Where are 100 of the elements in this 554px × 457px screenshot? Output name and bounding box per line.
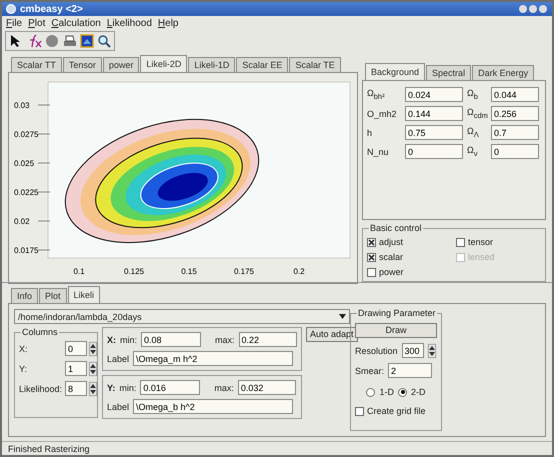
checkbox[interactable] xyxy=(456,238,465,246)
input-field[interactable]: 0.08 xyxy=(141,332,202,347)
field-label: Ω$_{Λ}$ xyxy=(467,126,480,139)
tab[interactable]: Scalar TT xyxy=(11,57,62,72)
checkbox[interactable] xyxy=(355,406,364,416)
menu-item[interactable]: Help xyxy=(158,18,178,29)
axis-tick-label: 0.175 xyxy=(234,267,254,276)
axis-tick: 0.0225 xyxy=(14,188,50,197)
checkbox-label: adjust xyxy=(379,237,404,247)
radio-button[interactable] xyxy=(366,388,376,396)
group-title: Basic control xyxy=(369,223,423,233)
field-label: Label xyxy=(107,402,130,412)
tab[interactable]: Info xyxy=(11,288,38,303)
field-label: min: xyxy=(119,382,136,392)
input-field[interactable]: 0.256 xyxy=(491,106,539,121)
tab[interactable]: Spectral xyxy=(426,65,472,80)
checkbox-label: tensor xyxy=(468,237,494,247)
axis-tick: 0.0275 xyxy=(14,130,50,139)
input-field[interactable]: \Omega_m h^2 xyxy=(133,351,294,366)
axis-tick-label: 0.125 xyxy=(124,267,144,276)
menu-item[interactable]: Calculation xyxy=(51,18,101,29)
image-icon[interactable] xyxy=(80,34,94,48)
input-field[interactable]: 0 xyxy=(405,144,463,159)
status-bar: Finished Rasterizing xyxy=(2,441,552,455)
axis-tick-label: 0.2 xyxy=(293,267,305,276)
spin-arrows-icon[interactable] xyxy=(89,362,97,376)
input-field[interactable]: 0.044 xyxy=(491,87,539,102)
radio-button[interactable] xyxy=(398,388,407,396)
checkbox[interactable] xyxy=(367,252,376,262)
tab[interactable]: Likeli-2D xyxy=(140,55,188,72)
axis-tick: 0.025 xyxy=(14,159,50,168)
axis-tick-label: 0.15 xyxy=(181,267,197,276)
axis-tick: 0.03 xyxy=(14,101,50,110)
tab[interactable]: Likeli-1D xyxy=(188,57,236,72)
axis-tick: 0.0175 xyxy=(14,246,50,255)
tab[interactable]: Background xyxy=(365,63,426,80)
spin-field[interactable]: 1 xyxy=(65,361,87,376)
field-label: Ω$_{bh²}$ xyxy=(367,88,386,101)
draw-button[interactable]: Draw xyxy=(355,323,437,338)
field-label: Ω$_{ν}$ xyxy=(467,145,478,158)
field-label: X: xyxy=(19,344,29,354)
tab[interactable]: Likeli xyxy=(68,286,100,303)
tab[interactable]: Tensor xyxy=(62,57,102,72)
tab[interactable]: Plot xyxy=(39,288,67,303)
checkbox-label: scalar xyxy=(379,252,404,262)
spin-field[interactable]: 0 xyxy=(65,341,87,356)
field-label: Resolution xyxy=(355,346,398,356)
input-field[interactable]: 0 xyxy=(491,144,539,159)
field-label: min: xyxy=(120,334,138,344)
tab[interactable]: power xyxy=(102,57,140,72)
input-field[interactable]: 0.144 xyxy=(405,106,463,121)
input-field[interactable]: 2 xyxy=(388,363,432,378)
field-label: Likelihood: xyxy=(19,384,63,394)
menu-item[interactable]: File xyxy=(6,18,22,29)
field-label: Label xyxy=(107,354,130,364)
circle-icon[interactable] xyxy=(44,34,58,48)
axis-label: X: xyxy=(107,334,116,344)
field-label: max: xyxy=(214,382,234,392)
auto-adapt-button[interactable]: Auto adapt xyxy=(306,327,358,342)
checkbox-label: power xyxy=(379,267,404,277)
tab[interactable]: Dark Energy xyxy=(472,65,534,80)
axis-tick: 0.02 xyxy=(14,217,50,226)
axis-tick-label: 0.1 xyxy=(73,267,85,276)
spin-field[interactable]: 300 xyxy=(402,343,424,358)
checkbox-label: lensed xyxy=(468,252,495,262)
field-label: h xyxy=(367,128,374,138)
window-buttons-icon[interactable] xyxy=(518,4,548,14)
checkbox-label: Create grid file xyxy=(367,406,426,416)
spin-arrows-icon[interactable] xyxy=(89,382,97,396)
input-field[interactable]: 0.22 xyxy=(238,332,297,347)
group-title: Drawing Parameter xyxy=(357,308,437,318)
input-field[interactable]: 0.024 xyxy=(405,87,463,102)
axis-label: Y: xyxy=(107,382,116,392)
tab[interactable]: Scalar EE xyxy=(236,57,288,72)
input-field[interactable]: \Omega_b h^2 xyxy=(133,399,294,414)
printer-icon[interactable] xyxy=(62,34,78,48)
field-label: Ω$_{b}$ xyxy=(467,88,479,101)
input-field[interactable]: 0.75 xyxy=(405,125,463,140)
spin-arrows-icon[interactable] xyxy=(89,342,97,356)
input-field[interactable]: 0.032 xyxy=(238,380,296,395)
field-label: N_nu xyxy=(367,146,390,156)
window-title: cmbeasy <2> xyxy=(20,4,84,14)
app-icon xyxy=(6,4,16,14)
menu-item[interactable]: Likelihood xyxy=(106,18,152,29)
field-label: Ω$_{cdm}$ xyxy=(467,107,487,120)
input-field[interactable]: 0.7 xyxy=(491,125,539,140)
group-title: Columns xyxy=(21,327,59,337)
radio-label: 2-D xyxy=(411,387,426,397)
spin-arrows-icon[interactable] xyxy=(428,344,436,358)
file-dropdown[interactable]: /home/indoran/lambda_20days xyxy=(14,309,350,324)
tab[interactable]: Scalar TE xyxy=(289,57,341,72)
menu-item[interactable]: Plot xyxy=(28,18,46,29)
spin-field[interactable]: 8 xyxy=(65,381,87,396)
input-field[interactable]: 0.016 xyxy=(140,380,200,395)
search-icon[interactable] xyxy=(97,34,111,48)
checkbox[interactable] xyxy=(367,238,376,246)
field-label: Smear: xyxy=(355,366,384,376)
dropdown-caret-icon[interactable] xyxy=(339,314,346,319)
field-label: O_mh2 xyxy=(367,108,398,118)
checkbox[interactable] xyxy=(367,268,376,276)
